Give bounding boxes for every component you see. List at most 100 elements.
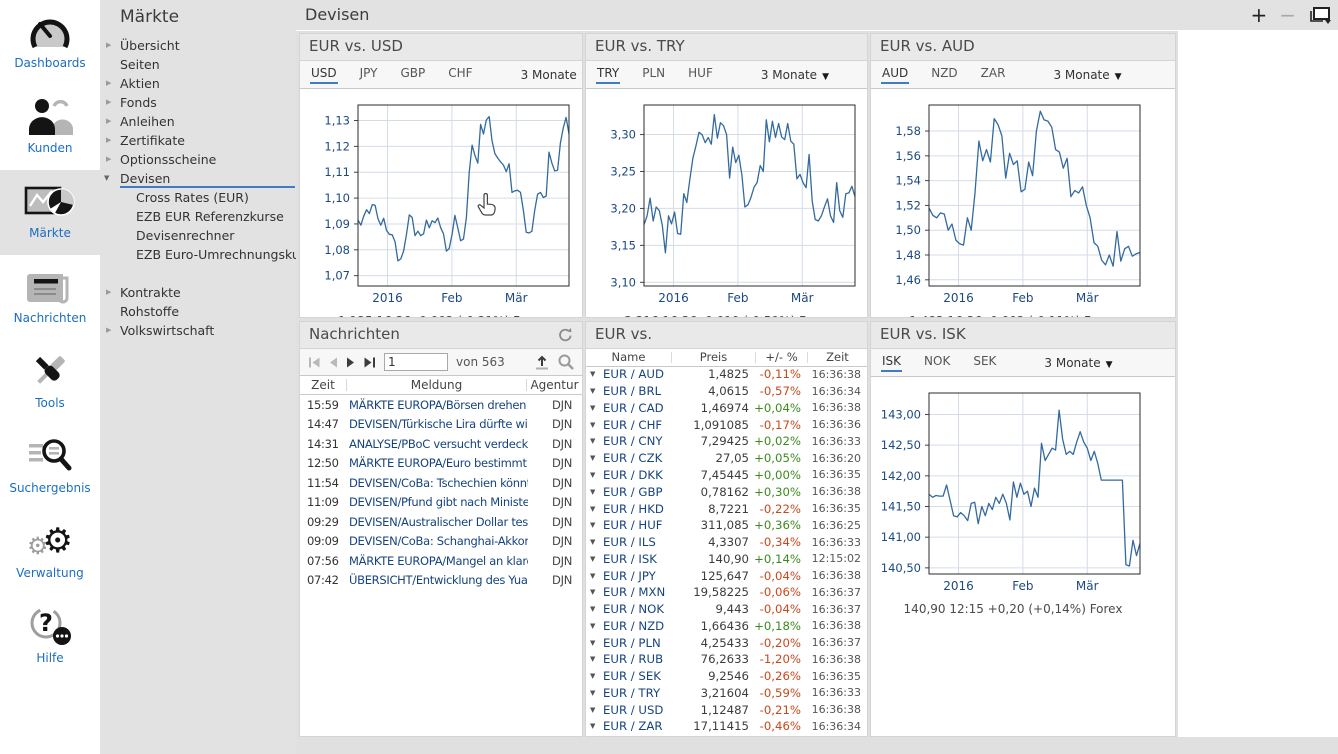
expand-row-icon[interactable]: ▼ bbox=[586, 588, 603, 596]
news-row[interactable]: 11:09DEVISEN/Pfund gibt nach Minister...… bbox=[300, 493, 582, 513]
quote-name[interactable]: EUR / ILS bbox=[603, 535, 665, 549]
period-dropdown[interactable]: 3 Monate▼ bbox=[1053, 68, 1121, 82]
last-page-icon[interactable] bbox=[363, 357, 376, 368]
quote-name[interactable]: EUR / DKK bbox=[603, 468, 665, 482]
expand-row-icon[interactable]: ▼ bbox=[586, 555, 603, 563]
expand-row-icon[interactable]: ▼ bbox=[586, 370, 603, 378]
expand-row-icon[interactable]: ▼ bbox=[586, 572, 603, 580]
news-headline[interactable]: MÄRKTE EUROPA/Börsen drehen i... bbox=[349, 398, 528, 412]
news-row[interactable]: 11:54DEVISEN/CoBa: Tschechien könnt...DJ… bbox=[300, 473, 582, 493]
period-dropdown[interactable]: 3 Monate▼ bbox=[1044, 356, 1112, 370]
quote-name[interactable]: EUR / ISK bbox=[603, 552, 665, 566]
quote-name[interactable]: EUR / CZK bbox=[603, 451, 665, 465]
eur_aud-plot[interactable]: 1,581,561,541,521,501,481,462016FebMär bbox=[875, 99, 1151, 309]
quote-row[interactable]: ▼EUR / PLN4,25433-0,20%16:36:37 bbox=[586, 634, 867, 651]
expand-row-icon[interactable]: ▼ bbox=[586, 421, 603, 429]
tree-item-seiten[interactable]: Seiten bbox=[100, 55, 296, 74]
sidebar-item-tools[interactable]: Tools bbox=[0, 340, 100, 425]
quote-row[interactable]: ▼EUR / TRY3,21604-0,59%16:36:33 bbox=[586, 685, 867, 702]
column-header-name[interactable]: Name bbox=[586, 352, 671, 363]
tree-item--bersicht[interactable]: ▶Übersicht bbox=[100, 36, 296, 55]
expand-row-icon[interactable]: ▼ bbox=[586, 605, 603, 613]
tree-item-ezb-euro-umrechnungsku-[interactable]: EZB Euro-Umrechnungsku... bbox=[100, 245, 296, 264]
chevron-right-icon[interactable]: ▶ bbox=[106, 283, 111, 302]
tree-item-fonds[interactable]: ▶Fonds bbox=[100, 93, 296, 112]
previous-page-icon[interactable] bbox=[329, 357, 338, 368]
column-header-zeit[interactable]: Zeit bbox=[300, 379, 346, 391]
news-headline[interactable]: ÜBERSICHT/Entwicklung des Yuan... bbox=[349, 573, 528, 587]
minimize-icon[interactable]: − bbox=[1279, 3, 1296, 27]
quote-row[interactable]: ▼EUR / RUB76,2633-1,20%16:36:38 bbox=[586, 651, 867, 668]
eur_usd-plot[interactable]: 1,131,121,111,101,091,081,072016FebMär bbox=[304, 99, 580, 309]
news-headline[interactable]: ANALYSE/PBoC versucht verdeckt... bbox=[349, 437, 528, 451]
quote-name[interactable]: EUR / NZD bbox=[603, 619, 665, 633]
expand-row-icon[interactable]: ▼ bbox=[586, 639, 603, 647]
news-row[interactable]: 07:42ÜBERSICHT/Entwicklung des Yuan...DJ… bbox=[300, 571, 582, 591]
quote-name[interactable]: EUR / JPY bbox=[603, 569, 665, 583]
expand-row-icon[interactable]: ▼ bbox=[586, 689, 603, 697]
chevron-right-icon[interactable]: ▶ bbox=[106, 112, 111, 131]
page-number-input[interactable] bbox=[384, 353, 448, 371]
search-icon[interactable] bbox=[558, 354, 574, 370]
tab-nzd[interactable]: NZD bbox=[930, 65, 958, 84]
expand-row-icon[interactable]: ▼ bbox=[586, 454, 603, 462]
quote-name[interactable]: EUR / SEK bbox=[603, 669, 665, 683]
quote-row[interactable]: ▼EUR / CHF1,091085-0,17%16:36:36 bbox=[586, 416, 867, 433]
quote-name[interactable]: EUR / TRY bbox=[603, 686, 665, 700]
tree-item-anleihen[interactable]: ▶Anleihen bbox=[100, 112, 296, 131]
tab-aud[interactable]: AUD bbox=[881, 65, 909, 84]
eur_isk-plot[interactable]: 143,00142,50142,00141,50141,00140,502016… bbox=[875, 387, 1151, 597]
next-page-icon[interactable] bbox=[346, 357, 355, 368]
news-headline[interactable]: DEVISEN/Australischer Dollar teste... bbox=[349, 515, 528, 529]
chevron-down-icon[interactable]: ▼ bbox=[104, 169, 109, 188]
news-headline[interactable]: MÄRKTE EUROPA/Euro bestimmt ... bbox=[349, 456, 528, 470]
tab-isk[interactable]: ISK bbox=[881, 353, 902, 372]
horizontal-scrollbar[interactable] bbox=[296, 737, 1338, 754]
tab-pln[interactable]: PLN bbox=[641, 65, 666, 84]
first-page-icon[interactable] bbox=[308, 357, 321, 368]
sidebar-item-hilfe[interactable]: ?Hilfe bbox=[0, 595, 100, 680]
sidebar-item-kunden[interactable]: Kunden bbox=[0, 85, 100, 170]
quote-name[interactable]: EUR / BRL bbox=[603, 384, 665, 398]
chevron-right-icon[interactable]: ▶ bbox=[106, 321, 111, 340]
quote-row[interactable]: ▼EUR / BRL4,0615-0,57%16:36:34 bbox=[586, 383, 867, 400]
quote-name[interactable]: EUR / NOK bbox=[603, 602, 665, 616]
chevron-right-icon[interactable]: ▶ bbox=[106, 74, 111, 93]
chevron-right-icon[interactable]: ▶ bbox=[106, 150, 111, 169]
tree-item-zertifikate[interactable]: ▶Zertifikate bbox=[100, 131, 296, 150]
news-row[interactable]: 09:09DEVISEN/CoBa: Schanghai-Akkord...DJ… bbox=[300, 532, 582, 552]
tree-item-devisen[interactable]: ▼Devisen bbox=[100, 169, 296, 188]
quote-row[interactable]: ▼EUR / ILS4,3307-0,34%16:36:33 bbox=[586, 534, 867, 551]
quote-row[interactable]: ▼EUR / DKK7,45445+0,00%16:36:35 bbox=[586, 467, 867, 484]
expand-row-icon[interactable]: ▼ bbox=[586, 521, 603, 529]
quote-row[interactable]: ▼EUR / ZAR17,11415-0,46%16:36:34 bbox=[586, 718, 867, 735]
quote-name[interactable]: EUR / GBP bbox=[603, 485, 665, 499]
quote-row[interactable]: ▼EUR / CAD1,46974+0,04%16:36:38 bbox=[586, 400, 867, 417]
chevron-right-icon[interactable]: ▶ bbox=[106, 93, 111, 112]
quote-row[interactable]: ▼EUR / CNY7,29425+0,02%16:36:33 bbox=[586, 433, 867, 450]
period-dropdown[interactable]: 3 Monate▼ bbox=[521, 68, 583, 82]
expand-row-icon[interactable]: ▼ bbox=[586, 471, 603, 479]
expand-row-icon[interactable]: ▼ bbox=[586, 538, 603, 546]
tree-item-volkswirtschaft[interactable]: ▶Volkswirtschaft bbox=[100, 321, 296, 340]
quote-row[interactable]: ▼EUR / HUF311,085+0,36%16:36:25 bbox=[586, 517, 867, 534]
tab-huf[interactable]: HUF bbox=[687, 65, 714, 84]
column-header-pct[interactable]: +/- % bbox=[755, 352, 807, 363]
column-header-preis[interactable]: Preis bbox=[671, 352, 755, 363]
tab-nok[interactable]: NOK bbox=[923, 353, 951, 372]
tree-item-cross-rates-eur-[interactable]: Cross Rates (EUR) bbox=[100, 188, 296, 207]
period-dropdown[interactable]: 3 Monate▼ bbox=[761, 68, 829, 82]
expand-row-icon[interactable]: ▼ bbox=[586, 387, 603, 395]
quote-name[interactable]: EUR / RUB bbox=[603, 652, 665, 666]
tab-chf[interactable]: CHF bbox=[447, 65, 473, 84]
quote-name[interactable]: EUR / PLN bbox=[603, 636, 665, 650]
sidebar-item-suchergebnis[interactable]: Suchergebnis bbox=[0, 425, 100, 510]
add-icon[interactable]: + bbox=[1250, 3, 1267, 27]
tab-sek[interactable]: SEK bbox=[972, 353, 997, 372]
news-row[interactable]: 15:59MÄRKTE EUROPA/Börsen drehen i...DJN bbox=[300, 395, 582, 415]
news-row[interactable]: 14:31ANALYSE/PBoC versucht verdeckt...DJ… bbox=[300, 434, 582, 454]
news-headline[interactable]: DEVISEN/Türkische Lira dürfte wie... bbox=[349, 417, 528, 431]
chevron-right-icon[interactable]: ▶ bbox=[106, 131, 111, 150]
expand-row-icon[interactable]: ▼ bbox=[586, 672, 603, 680]
quote-name[interactable]: EUR / HKD bbox=[603, 502, 665, 516]
